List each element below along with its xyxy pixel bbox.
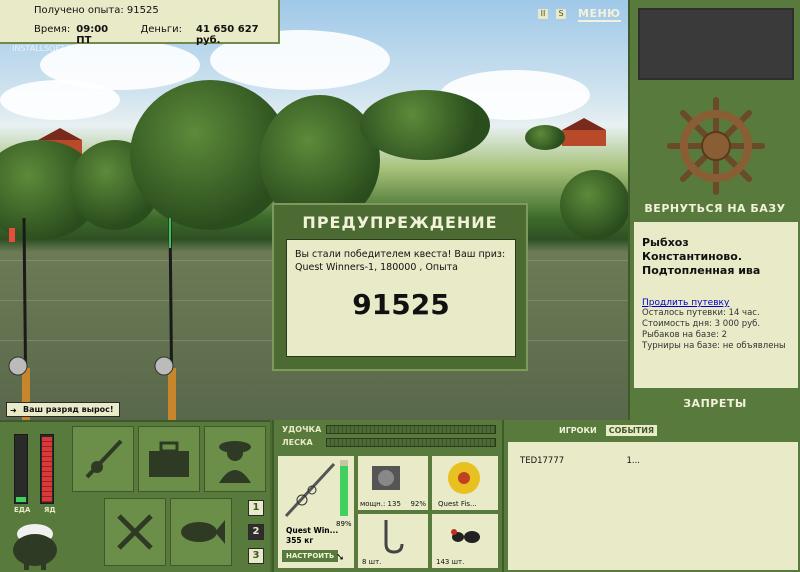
warning-value: 91525 bbox=[352, 288, 450, 321]
rod-bar bbox=[326, 425, 496, 434]
poison-gauge bbox=[40, 434, 54, 504]
arrow-right-icon: ➜ bbox=[10, 406, 17, 415]
ship-wheel-icon[interactable] bbox=[666, 96, 766, 196]
tackle-box-tile[interactable] bbox=[138, 426, 200, 492]
experience-row: Получено опыта: 91525 bbox=[34, 5, 268, 16]
setup-button[interactable]: НАСТРОИТЬ bbox=[282, 550, 339, 562]
hook-icon bbox=[384, 520, 404, 554]
hook-slot[interactable]: 8 шт. bbox=[358, 514, 428, 568]
reel-percent: 92% bbox=[410, 500, 426, 508]
rod-slot-2-button[interactable]: 2 bbox=[248, 524, 264, 540]
list-item[interactable]: TED17777 1... bbox=[520, 456, 640, 466]
poison-fill bbox=[42, 437, 52, 502]
money-label: Деньги: bbox=[140, 24, 182, 35]
rank-up-text: Ваш разряд вырос! bbox=[23, 405, 114, 414]
line-bar bbox=[326, 438, 496, 447]
tackle-box-icon bbox=[149, 441, 189, 477]
player-name: TED17777 bbox=[520, 456, 565, 466]
rod-slot[interactable]: 89% Quest Win... 355 кг НАСТРОИТЬ ➘ bbox=[278, 456, 354, 568]
warning-message: Вы стали победителем квеста! Ваш приз: Q… bbox=[295, 249, 506, 273]
rod-name: Quest Win... bbox=[286, 526, 339, 535]
fishing-rod-1[interactable] bbox=[4, 218, 44, 420]
tree bbox=[360, 90, 490, 160]
warning-body[interactable]: Вы стали победителем квеста! Ваш приз: Q… bbox=[286, 239, 516, 357]
day-cost: Стоимость дня: 3 000 руб. bbox=[642, 319, 761, 329]
players-events-panel: ИГРОКИ СОБЫТИЯ TED17777 1... bbox=[502, 420, 800, 572]
money-value: 41 650 627 руб. bbox=[195, 24, 259, 46]
cloud bbox=[0, 80, 120, 120]
character-tile[interactable] bbox=[204, 426, 266, 492]
fishing-rod-2[interactable] bbox=[150, 218, 190, 420]
rod-slot-3-button[interactable]: 3 bbox=[248, 548, 264, 564]
ant-bait-icon bbox=[451, 529, 480, 543]
eat-tile[interactable] bbox=[104, 498, 166, 566]
anglers-count: Рыбаков на базе: 2 bbox=[642, 330, 727, 340]
location-title: Рыбхоз Константиново. Подтопленная ива bbox=[642, 236, 761, 277]
food-pot-icon[interactable] bbox=[10, 518, 60, 570]
tree bbox=[560, 170, 628, 240]
extend-permit-link[interactable]: Продлить путевку bbox=[642, 298, 792, 308]
rod-durability-bar bbox=[340, 460, 348, 516]
line-label: ЛЕСКА bbox=[282, 438, 313, 447]
warning-title: ПРЕДУПРЕЖДЕНИЕ bbox=[302, 213, 498, 232]
return-to-base-button[interactable]: ВЕРНУТЬСЯ НА БАЗУ bbox=[630, 202, 800, 215]
arrow-down-right-icon[interactable]: ➘ bbox=[336, 552, 344, 563]
rod-slot-1-button[interactable]: 1 bbox=[248, 500, 264, 516]
reel-slot[interactable]: мощн.: 135 92% bbox=[358, 456, 428, 510]
permit-hours-left: Осталось путевки: 14 час. bbox=[642, 308, 760, 318]
line-name: Quest Fis... bbox=[438, 500, 477, 508]
bait-slot[interactable]: 143 шт. bbox=[432, 514, 498, 568]
tree bbox=[525, 125, 565, 150]
rank-up-notification[interactable]: ➜ Ваш разряд вырос! bbox=[6, 402, 120, 417]
sound-icon[interactable]: S bbox=[556, 9, 566, 19]
fish-keepnet-tile[interactable] bbox=[170, 498, 232, 566]
tab-players[interactable]: ИГРОКИ bbox=[556, 425, 600, 436]
line-spool-icon bbox=[448, 462, 480, 494]
rod-label: УДОЧКА bbox=[282, 425, 322, 434]
tackle-tile[interactable] bbox=[72, 426, 134, 492]
line-slot[interactable]: Quest Fis... bbox=[432, 456, 498, 510]
food-fill bbox=[16, 496, 26, 502]
pause-icon[interactable]: II bbox=[538, 9, 548, 19]
tackle-panel: УДОЧКА ЛЕСКА 89% Quest Win... 355 кг НАС… bbox=[272, 420, 502, 572]
tournaments-status: Турниры на базе: не объявлены bbox=[642, 341, 786, 351]
panel-tabs: ИГРОКИ СОБЫТИЯ bbox=[556, 425, 658, 436]
reel-power: мощн.: 135 bbox=[360, 500, 401, 508]
experience-text: Получено опыта: 91525 bbox=[34, 5, 159, 16]
bait-count: 143 шт. bbox=[436, 558, 465, 566]
rod-weight: 355 кг bbox=[286, 536, 314, 545]
bans-button[interactable]: ЗАПРЕТЫ bbox=[630, 397, 800, 410]
time-money-row: Время: 09:00 ПТ Деньги: 41 650 627 руб. bbox=[34, 24, 268, 46]
watermark: INSTALLSOFT.RU bbox=[12, 44, 78, 53]
rod-percent: 89% bbox=[336, 520, 352, 528]
tab-events[interactable]: СОБЫТИЯ bbox=[605, 425, 658, 436]
rod-durability-fill bbox=[340, 466, 348, 516]
actions-panel: ЕДА ЯД 1 2 3 bbox=[0, 420, 270, 572]
reel-icon bbox=[372, 466, 400, 490]
time-label: Время: bbox=[34, 24, 71, 35]
poison-label: ЯД bbox=[44, 506, 56, 514]
player-list: TED17777 1... bbox=[508, 442, 798, 570]
minimap[interactable] bbox=[638, 8, 794, 80]
player-value: 1... bbox=[626, 456, 640, 466]
food-gauge bbox=[14, 434, 28, 504]
food-label: ЕДА bbox=[14, 506, 31, 514]
location-info: Рыбхоз Константиново. Подтопленная ива П… bbox=[634, 222, 798, 388]
fisherman-icon bbox=[219, 441, 251, 483]
warning-dialog: ПРЕДУПРЕЖДЕНИЕ Вы стали победителем квес… bbox=[272, 203, 528, 371]
hook-count: 8 шт. bbox=[362, 558, 382, 566]
house bbox=[562, 118, 606, 146]
fork-knife-icon bbox=[117, 514, 153, 550]
player-info-panel: Получено опыта: 91525 Время: 09:00 ПТ Де… bbox=[0, 0, 280, 46]
rod-image bbox=[284, 462, 336, 518]
rod-reel-icon bbox=[85, 439, 123, 479]
time-value: 09:00 ПТ bbox=[76, 24, 109, 46]
menu-button[interactable]: МЕНЮ bbox=[578, 7, 621, 22]
fish-icon bbox=[181, 520, 225, 544]
